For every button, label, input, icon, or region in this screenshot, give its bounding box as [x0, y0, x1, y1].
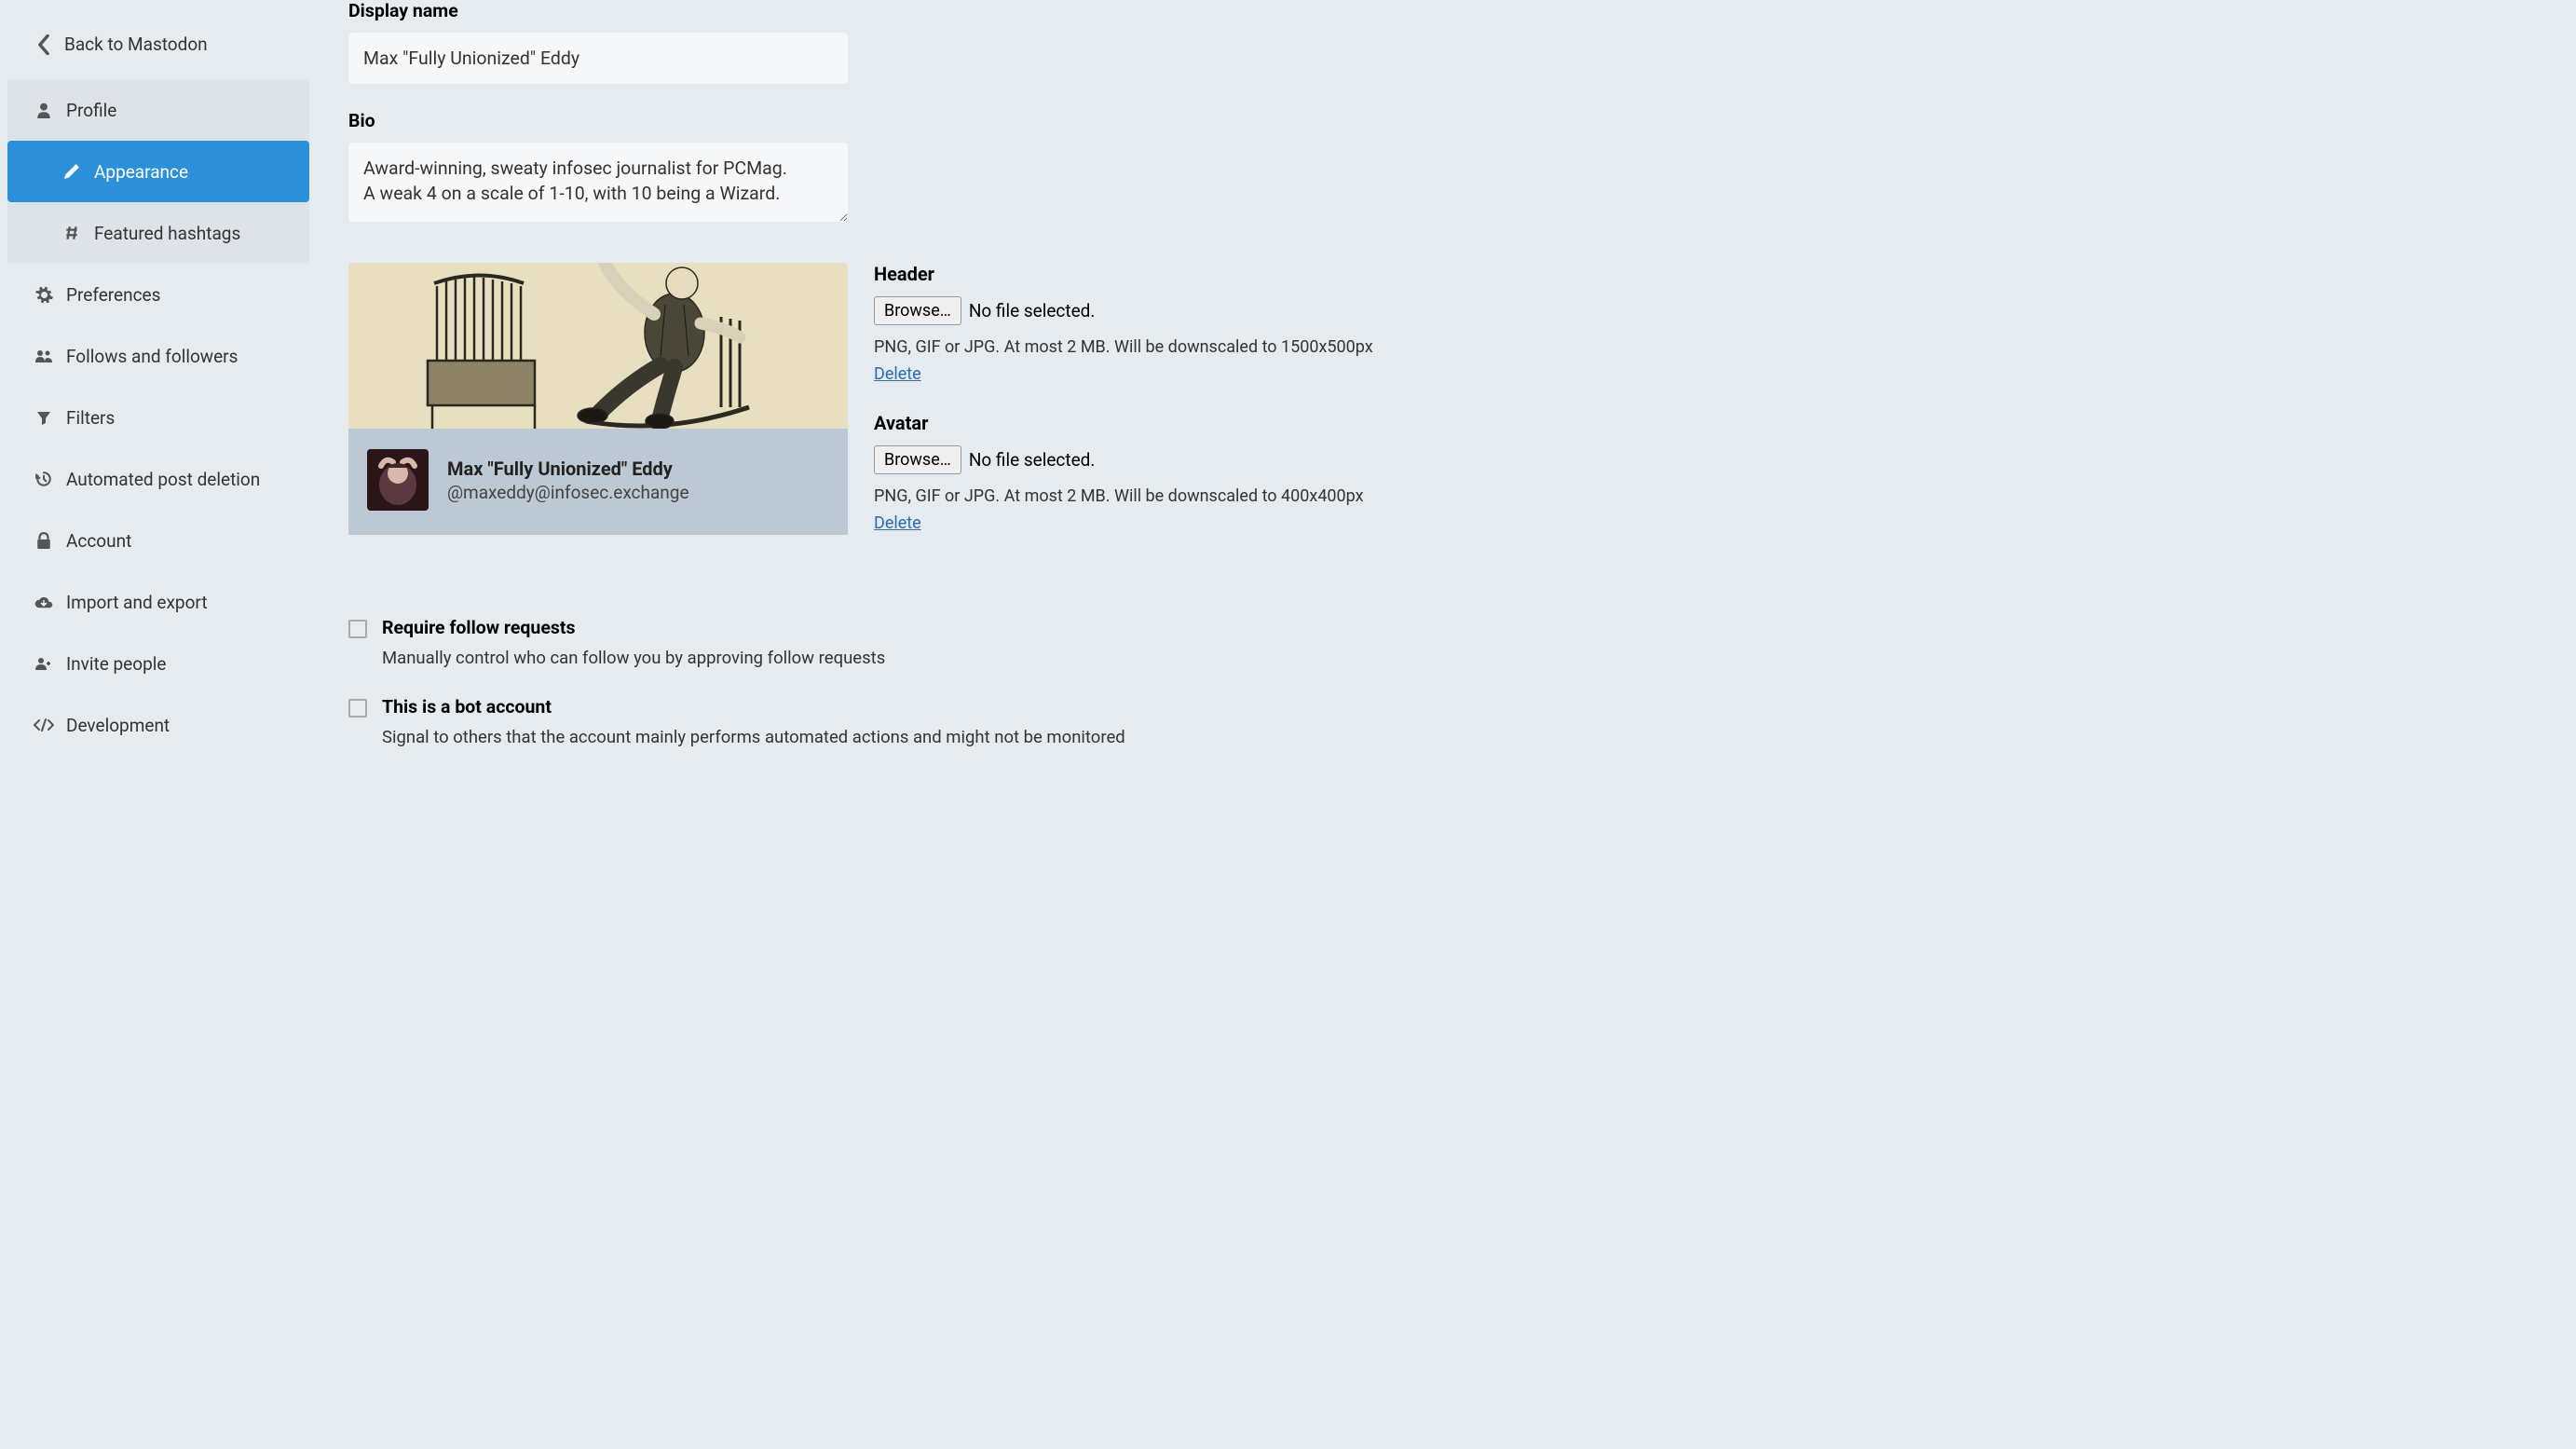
- nav-back[interactable]: Back to Mastodon: [0, 19, 317, 70]
- avatar-hint: PNG, GIF or JPG. At most 2 MB. Will be d…: [874, 485, 2544, 508]
- main-content: Display name Bio Award-winning, sweaty i…: [317, 0, 2576, 1449]
- require-follow-checkbox[interactable]: [348, 620, 367, 638]
- hashtag-icon: [59, 225, 85, 241]
- header-hint: PNG, GIF or JPG. At most 2 MB. Will be d…: [874, 335, 2544, 359]
- nav-featured-hashtags[interactable]: Featured hashtags: [7, 202, 309, 264]
- nav-automated-label: Automated post deletion: [66, 469, 260, 490]
- nav-follows[interactable]: Follows and followers: [0, 325, 317, 387]
- nav-back-label: Back to Mastodon: [64, 34, 208, 55]
- header-delete-link[interactable]: Delete: [874, 364, 921, 384]
- history-icon: [31, 471, 57, 487]
- nav-appearance[interactable]: Appearance: [7, 141, 309, 202]
- pencil-icon: [59, 163, 85, 180]
- nav-featured-hashtags-label: Featured hashtags: [94, 223, 240, 244]
- nav-invite[interactable]: Invite people: [0, 633, 317, 694]
- header-file-status: No file selected.: [969, 300, 1096, 321]
- require-follow-desc: Manually control who can follow you by a…: [382, 648, 885, 668]
- require-follow-label: Require follow requests: [382, 617, 885, 638]
- user-plus-icon: [31, 656, 57, 671]
- profile-preview-card: Max "Fully Unionized" Eddy @maxeddy@info…: [348, 263, 848, 561]
- bot-account-desc: Signal to others that the account mainly…: [382, 727, 1125, 747]
- nav-development-label: Development: [66, 715, 170, 736]
- lock-icon: [31, 532, 57, 549]
- preview-handle: @maxeddy@infosec.exchange: [447, 482, 689, 503]
- nav-filters-label: Filters: [66, 407, 115, 429]
- display-name-label: Display name: [348, 0, 2544, 21]
- user-icon: [31, 102, 57, 118]
- header-image-preview: [348, 263, 848, 429]
- cloud-download-icon: [31, 595, 57, 609]
- nav-development[interactable]: Development: [0, 694, 317, 756]
- chevron-left-icon: [31, 34, 57, 55]
- nav-appearance-label: Appearance: [94, 161, 188, 183]
- nav-import-export[interactable]: Import and export: [0, 571, 317, 633]
- avatar-browse-button[interactable]: Browse…: [874, 445, 961, 474]
- code-icon: [31, 718, 57, 731]
- nav-profile-label: Profile: [66, 100, 116, 121]
- bio-input[interactable]: Award-winning, sweaty infosec journalist…: [348, 143, 848, 222]
- gear-icon: [31, 286, 57, 304]
- filter-icon: [31, 410, 57, 425]
- preview-display-name: Max "Fully Unionized" Eddy: [447, 458, 689, 480]
- settings-sidebar: Back to Mastodon Profile Appearance Feat…: [0, 0, 317, 1449]
- nav-profile-group: Profile Appearance Featured hashtags: [7, 79, 309, 264]
- header-upload-label: Header: [874, 263, 2544, 285]
- avatar-upload-label: Avatar: [874, 412, 2544, 434]
- users-icon: [31, 348, 57, 364]
- nav-automated[interactable]: Automated post deletion: [0, 448, 317, 510]
- nav-filters[interactable]: Filters: [0, 387, 317, 448]
- nav-follows-label: Follows and followers: [66, 346, 238, 367]
- nav-account[interactable]: Account: [0, 510, 317, 571]
- nav-profile[interactable]: Profile: [7, 79, 309, 141]
- bot-account-checkbox[interactable]: [348, 699, 367, 718]
- avatar-delete-link[interactable]: Delete: [874, 513, 921, 533]
- avatar-file-status: No file selected.: [969, 449, 1096, 471]
- avatar-image-preview: [367, 449, 429, 511]
- nav-invite-label: Invite people: [66, 653, 166, 675]
- nav-preferences-label: Preferences: [66, 284, 160, 306]
- bot-account-label: This is a bot account: [382, 696, 1125, 718]
- header-browse-button[interactable]: Browse…: [874, 296, 961, 325]
- display-name-input[interactable]: [348, 33, 848, 84]
- bio-label: Bio: [348, 110, 2544, 131]
- nav-preferences[interactable]: Preferences: [0, 264, 317, 325]
- nav-import-export-label: Import and export: [66, 592, 208, 613]
- nav-account-label: Account: [66, 530, 131, 552]
